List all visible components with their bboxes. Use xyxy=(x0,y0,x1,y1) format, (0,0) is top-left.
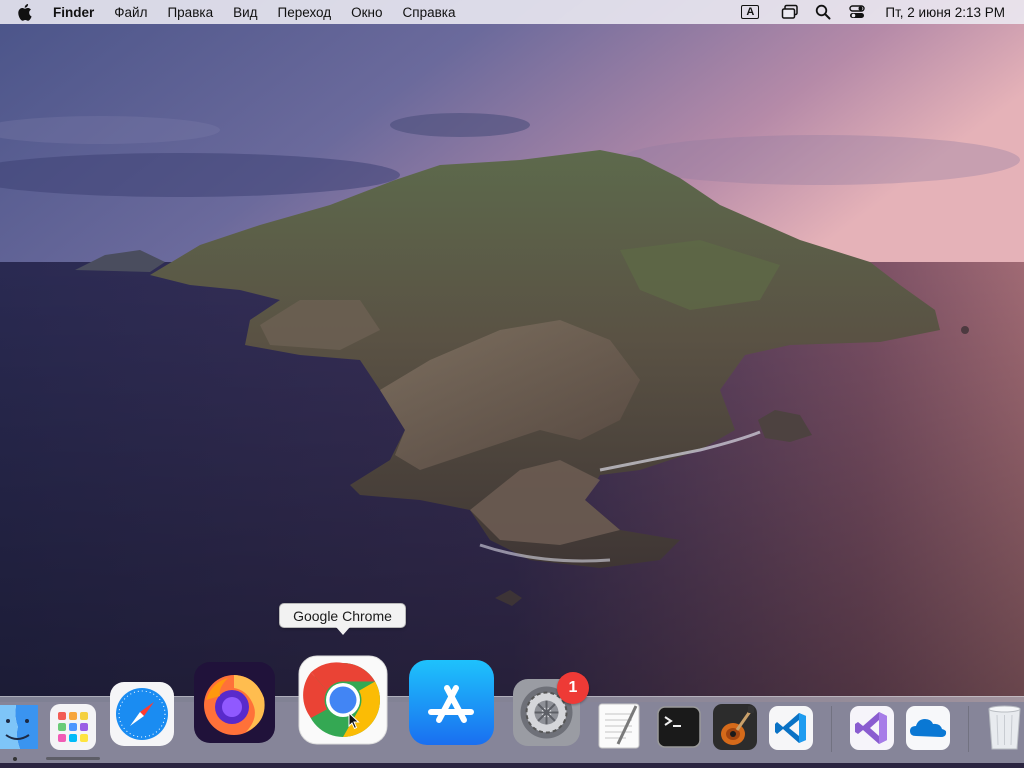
menu-bar: Finder Файл Правка Вид Переход Окно Спра… xyxy=(0,0,1024,24)
dock-item-textedit[interactable] xyxy=(596,702,644,750)
trash-icon xyxy=(988,705,1021,750)
garageband-icon xyxy=(713,704,757,750)
dock-item-firefox[interactable] xyxy=(194,662,275,743)
dock-separator xyxy=(831,706,832,752)
menu-bar-clock[interactable]: Пт, 2 июня 2:13 PM xyxy=(885,5,1005,20)
menu-file[interactable]: Файл xyxy=(114,5,147,20)
screen-mirroring-icon[interactable] xyxy=(781,4,799,20)
dock-separator-trash xyxy=(968,706,969,752)
dock-tooltip: Google Chrome xyxy=(279,603,406,628)
dock-item-vscode[interactable] xyxy=(769,706,813,750)
dock-item-garageband[interactable] xyxy=(713,704,757,750)
finder-running-indicator xyxy=(13,757,17,761)
app-store-icon xyxy=(409,660,494,745)
dock-item-onedrive[interactable] xyxy=(906,706,950,750)
dock-item-visual-studio[interactable] xyxy=(850,706,894,750)
active-app-name[interactable]: Finder xyxy=(53,5,94,20)
menu-go[interactable]: Переход xyxy=(278,5,332,20)
finder-icon xyxy=(0,705,38,749)
apple-menu-icon[interactable] xyxy=(18,3,34,21)
menu-window[interactable]: Окно xyxy=(351,5,382,20)
mouse-cursor-icon xyxy=(348,712,360,730)
menu-view[interactable]: Вид xyxy=(233,5,257,20)
menu-edit[interactable]: Правка xyxy=(167,5,213,20)
dock-item-finder[interactable] xyxy=(0,705,38,749)
dock-item-google-chrome[interactable] xyxy=(298,655,388,745)
dock-item-launchpad[interactable] xyxy=(50,704,96,750)
onedrive-icon xyxy=(906,706,950,750)
control-center-icon[interactable] xyxy=(849,4,866,20)
safari-icon xyxy=(110,682,174,746)
system-preferences-badge: 1 xyxy=(557,672,589,704)
spotlight-search-icon[interactable] xyxy=(815,4,831,20)
dock-magnification-indicator xyxy=(46,757,100,760)
dock-item-terminal[interactable] xyxy=(657,706,701,748)
menu-help[interactable]: Справка xyxy=(403,5,456,20)
input-source-indicator[interactable]: A xyxy=(741,5,760,19)
dock-item-trash[interactable] xyxy=(985,703,1024,751)
desktop-wallpaper xyxy=(0,0,1024,702)
dock-item-safari[interactable] xyxy=(110,682,174,746)
textedit-icon xyxy=(598,703,640,749)
chrome-icon xyxy=(298,655,388,745)
visual-studio-icon xyxy=(850,706,894,750)
terminal-icon xyxy=(657,706,701,748)
dock-tooltip-arrow xyxy=(336,627,350,635)
launchpad-icon xyxy=(50,704,96,750)
firefox-icon xyxy=(194,662,275,743)
vscode-icon xyxy=(769,706,813,750)
dock-item-app-store[interactable] xyxy=(409,660,494,745)
